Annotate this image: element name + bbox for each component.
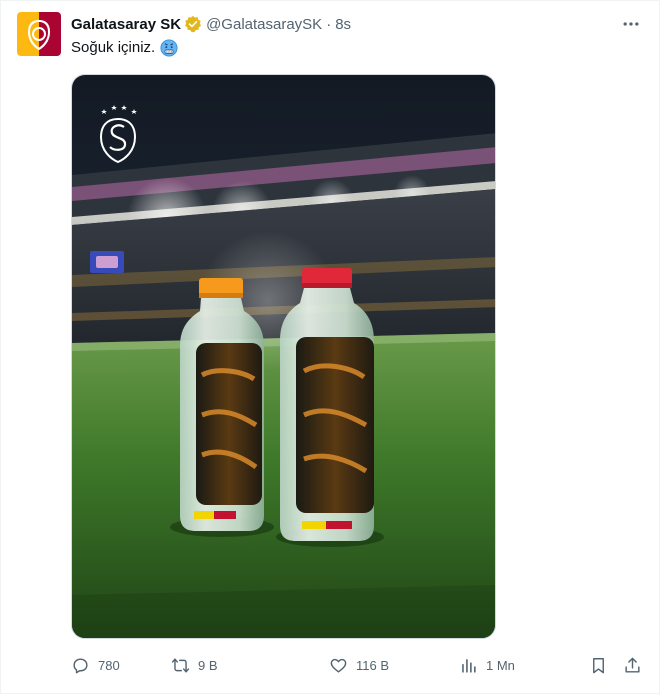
tweet-text: Soğuk içiniz. <box>71 38 178 58</box>
share-icon <box>625 657 640 673</box>
like-count: 116 B <box>356 657 390 673</box>
verified-badge-icon[interactable] <box>184 15 202 33</box>
avatar[interactable] <box>17 12 61 56</box>
retweet-icon <box>171 657 190 673</box>
tweet-text-content: Soğuk içiniz. <box>71 39 156 56</box>
cold-face-emoji-icon <box>160 39 178 57</box>
reply-button[interactable]: 780 <box>71 653 120 677</box>
share-button[interactable] <box>623 653 642 677</box>
retweet-button[interactable]: 9 B <box>171 653 218 677</box>
tweet-header: Galatasaray SK @GalatasaraySK · 8s <box>71 13 351 35</box>
reply-count: 780 <box>98 657 120 673</box>
separator-dot: · <box>326 15 332 33</box>
display-name[interactable]: Galatasaray SK <box>71 16 181 33</box>
more-icon[interactable] <box>617 13 645 35</box>
view-count: 1 Mn <box>486 657 515 673</box>
retweet-count: 9 B <box>198 657 218 673</box>
tweet-media-image[interactable] <box>71 74 496 639</box>
tweet-actions: 780 9 B 116 B 1 Mn <box>67 653 651 677</box>
views-button[interactable]: 1 Mn <box>459 653 515 677</box>
tweet-card[interactable]: Galatasaray SK @GalatasaraySK · 8s Soğuk… <box>0 0 660 694</box>
like-button[interactable]: 116 B <box>329 653 389 677</box>
timestamp[interactable]: 8s <box>335 16 351 33</box>
bookmark-icon <box>593 657 604 673</box>
bookmark-button[interactable] <box>589 653 608 677</box>
user-handle[interactable]: @GalatasaraySK <box>206 16 322 33</box>
reply-icon <box>73 657 88 673</box>
like-icon <box>330 658 347 673</box>
views-icon <box>462 658 476 673</box>
